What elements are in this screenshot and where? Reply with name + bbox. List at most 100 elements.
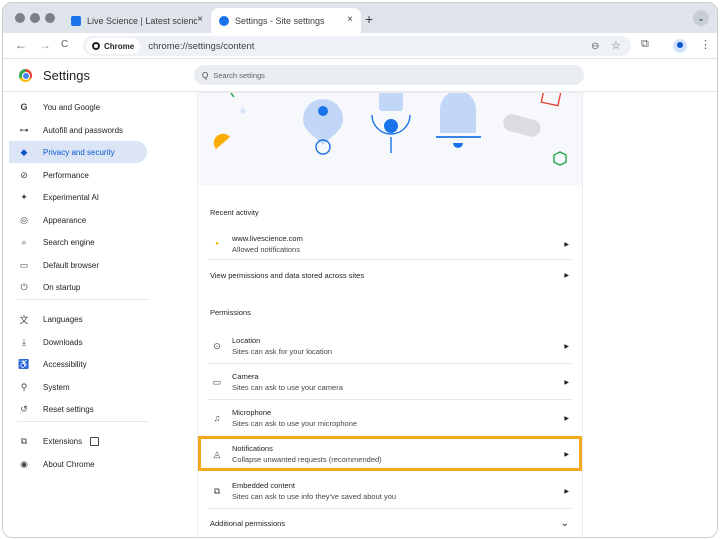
permission-subtitle: Sites can ask to use your camera [232, 382, 343, 393]
chevron-right-icon: ▶ [564, 379, 569, 386]
sidebar-item-about-chrome[interactable]: ◉ About Chrome [9, 453, 147, 475]
search-settings-input[interactable]: Q Search settings [194, 65, 584, 85]
chevron-down-icon: ⌄ [561, 518, 569, 529]
sidebar-item-label: System [43, 383, 70, 392]
permission-row-microphone[interactable]: ♫ Microphone Sites can ask to use your m… [198, 401, 582, 435]
recent-site-row[interactable]: ● www.livescience.com Allowed notificati… [198, 229, 582, 259]
chevron-right-icon: ▶ [564, 343, 569, 350]
sidebar-item-you-and-google[interactable]: G You and Google [9, 96, 147, 118]
palette-icon: ◎ [17, 215, 31, 226]
browser-window: Live Science | Latest science × Settings… [2, 2, 718, 538]
row-divider [208, 508, 572, 509]
tab-settings[interactable]: Settings - Site settings × [211, 8, 361, 33]
camera-icon: ▭ [208, 377, 226, 388]
permission-subtitle: Sites can ask to use your microphone [232, 418, 357, 429]
sidebar-divider [17, 299, 149, 300]
search-icon: Q [202, 71, 208, 80]
permission-row-location[interactable]: ⊙ Location Sites can ask for your locati… [198, 329, 582, 363]
row-divider [208, 399, 572, 400]
wrench-icon: ⚲ [17, 382, 31, 393]
view-permissions-row[interactable]: View permissions and data stored across … [198, 261, 582, 289]
permission-row-embedded-content[interactable]: ⧉ Embedded content Sites can ask to use … [198, 474, 582, 508]
close-window-button[interactable] [15, 13, 25, 23]
chevron-right-icon: ▶ [564, 415, 569, 422]
sidebar-item-label: Extensions [43, 437, 82, 446]
url-text[interactable]: chrome://settings/content [148, 41, 254, 52]
zoom-icon[interactable]: ⊖ [591, 41, 599, 52]
chrome-chip[interactable]: Chrome [86, 38, 140, 54]
forward-icon[interactable]: → [39, 38, 51, 52]
sidebar-item-languages[interactable]: 文 Languages [9, 308, 147, 330]
site-settings-content: Recent activity ● www.livescience.com Al… [198, 93, 582, 538]
chevron-right-icon: ▶ [564, 241, 569, 248]
reload-icon[interactable]: C [61, 39, 68, 50]
power-icon: ⏻ [17, 282, 31, 293]
sidebar-item-autofill[interactable]: ⊶ Autofill and passwords [9, 119, 147, 141]
permission-subtitle: Sites can ask for your location [232, 346, 332, 357]
close-tab-icon[interactable]: × [197, 14, 203, 25]
sparkle-icon: ✦ [17, 192, 31, 203]
google-g-icon: G [17, 102, 31, 112]
permission-subtitle: Sites can ask to use info they've saved … [232, 491, 396, 502]
site-settings-illustration [198, 93, 582, 185]
speedometer-icon: ⊘ [17, 170, 31, 181]
row-divider [208, 259, 572, 260]
profile-avatar-icon[interactable] [673, 39, 687, 53]
sidebar-item-label: Performance [43, 171, 89, 180]
tab-live-science[interactable]: Live Science | Latest science × [63, 8, 211, 33]
back-icon[interactable]: ← [15, 38, 27, 52]
tab-title: Settings - Site settings [235, 16, 325, 26]
chrome-outline-icon: ◉ [17, 459, 31, 470]
sidebar-item-privacy[interactable]: ◆ Privacy and security [9, 141, 147, 163]
permissions-illustration-icon [198, 93, 582, 185]
microphone-icon: ♫ [208, 413, 226, 423]
sidebar-item-label: Reset settings [43, 405, 94, 414]
sidebar-item-downloads[interactable]: ⤓ Downloads [9, 331, 147, 353]
bookmark-star-icon[interactable]: ☆ [611, 39, 621, 52]
maximize-window-button[interactable] [45, 13, 55, 23]
sidebar-item-search-engine[interactable]: ⌕ Search engine [9, 231, 147, 253]
browser-window-icon: ▭ [17, 260, 31, 271]
sidebar-item-label: Downloads [43, 338, 83, 347]
sidebar-item-on-startup[interactable]: ⏻ On startup [9, 276, 147, 298]
sidebar-item-label: Privacy and security [43, 148, 115, 157]
reset-icon: ↺ [17, 404, 31, 415]
sidebar-item-performance[interactable]: ⊘ Performance [9, 164, 147, 186]
sidebar-item-label: About Chrome [43, 460, 95, 469]
sidebar-item-appearance[interactable]: ◎ Appearance [9, 209, 147, 231]
permission-row-camera[interactable]: ▭ Camera Sites can ask to use your camer… [198, 365, 582, 399]
sidebar-item-default-browser[interactable]: ▭ Default browser [9, 254, 147, 276]
site-status: Allowed notifications [232, 244, 303, 255]
tab-strip: Live Science | Latest science × Settings… [3, 3, 717, 33]
sidebar-item-experimental-ai[interactable]: ✦ Experimental AI [9, 186, 147, 208]
tab-search-menu-icon[interactable]: ⌄ [693, 10, 709, 26]
permission-title: Location [232, 335, 332, 346]
additional-permissions-row[interactable]: Additional permissions ⌄ [198, 510, 582, 536]
menu-icon[interactable]: ⋮ [700, 38, 711, 51]
additional-permissions-label: Additional permissions [210, 518, 285, 529]
puzzle-icon: ⧉ [17, 436, 31, 447]
sidebar-item-accessibility[interactable]: ♿ Accessibility [9, 353, 147, 375]
translate-icon: 文 [17, 313, 31, 326]
accessibility-icon: ♿ [17, 359, 31, 370]
new-tab-button[interactable]: + [365, 11, 373, 27]
search-placeholder: Search settings [213, 71, 265, 80]
minimize-window-button[interactable] [30, 13, 40, 23]
extensions-icon[interactable]: ⧉ [641, 38, 649, 51]
sidebar-divider [17, 421, 149, 422]
right-margin [583, 93, 718, 538]
sidebar-item-extensions[interactable]: ⧉ Extensions [9, 430, 147, 452]
view-permissions-label: View permissions and data stored across … [210, 270, 364, 281]
site-favicon-icon: ● [208, 241, 226, 247]
close-tab-icon[interactable]: × [347, 14, 353, 25]
key-icon: ⊶ [17, 125, 31, 136]
sidebar-item-label: On startup [43, 283, 80, 292]
external-link-icon [90, 437, 99, 446]
sidebar-item-reset-settings[interactable]: ↺ Reset settings [9, 398, 147, 420]
sidebar-item-system[interactable]: ⚲ System [9, 376, 147, 398]
sidebar-item-label: Languages [43, 315, 83, 324]
row-divider [208, 363, 572, 364]
address-bar[interactable]: Chrome chrome://settings/content ⊖ ☆ [83, 36, 631, 56]
tab-title: Live Science | Latest science [87, 16, 197, 26]
notifications-highlight-box [198, 436, 582, 471]
